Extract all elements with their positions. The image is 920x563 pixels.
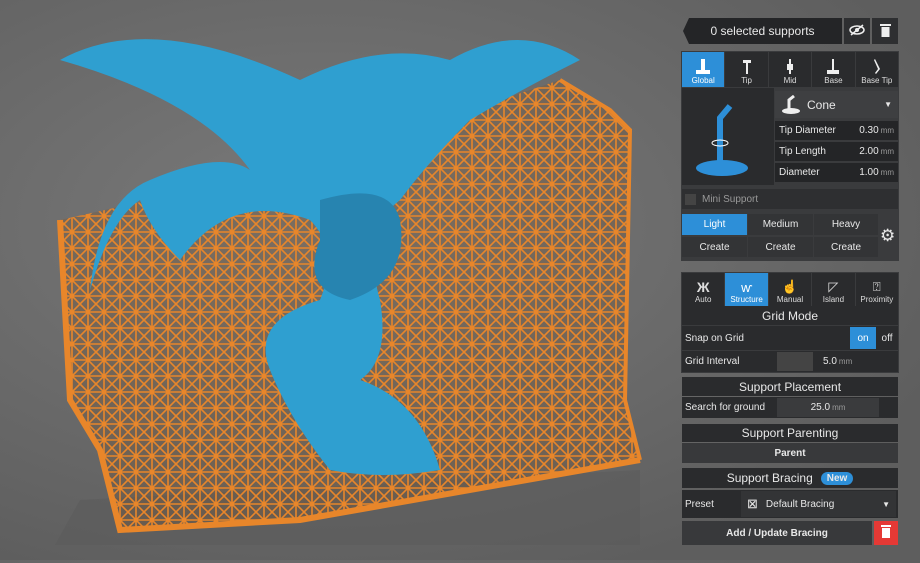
selected-supports-count: 0 selected supports	[683, 18, 842, 44]
support-mid-icon	[787, 59, 794, 74]
support-bracing-title: Support Bracing New	[682, 468, 898, 488]
parent-button[interactable]: Parent	[682, 443, 898, 463]
support-base-tip-icon	[873, 59, 880, 74]
support-mode-tabs: Ж Auto ⱳ Structure ☝ Manual ◸ Island ⍰ Proxim…	[682, 273, 899, 306]
model-scene	[55, 39, 642, 545]
tab-base[interactable]: Base	[812, 52, 855, 87]
bracing-icon: ⊠	[747, 496, 758, 511]
eye-off-icon	[849, 23, 865, 39]
snap-on-button[interactable]: on	[850, 327, 876, 349]
bracing-preset-row: Preset ⊠ Default Bracing ▼	[682, 490, 898, 518]
tab-mid[interactable]: Mid	[768, 52, 812, 87]
tip-diameter-field[interactable]: Tip Diameter 0.30 mm	[775, 121, 898, 140]
toggle-visibility-button[interactable]	[844, 18, 870, 44]
grid-interval-row: Grid Interval 5.0 mm	[682, 351, 898, 372]
diameter-field[interactable]: Diameter 1.00 mm	[775, 163, 898, 182]
support-placement-title: Support Placement	[682, 377, 898, 396]
tab-manual[interactable]: ☝ Manual	[768, 273, 812, 306]
gear-icon[interactable]: ⚙	[880, 226, 895, 246]
proximity-icon: ⍰	[872, 279, 881, 294]
create-light-button[interactable]: Create	[682, 237, 747, 257]
tab-structure[interactable]: ⱳ Structure	[725, 273, 768, 306]
search-for-ground-input[interactable]: 25.0 mm	[777, 398, 879, 417]
3d-viewport[interactable]	[0, 0, 670, 560]
preset-heavy-button[interactable]: Heavy	[814, 214, 878, 235]
trash-icon	[881, 525, 891, 541]
manual-icon: ☝	[781, 279, 799, 294]
island-icon: ◸	[828, 279, 839, 294]
mini-support-checkbox[interactable]	[685, 193, 696, 205]
grid-mode-title: Grid Mode	[682, 306, 898, 325]
bracing-preset-dropdown[interactable]: ⊠ Default Bracing ▼	[741, 491, 896, 517]
create-heavy-button[interactable]: Create	[814, 237, 878, 257]
support-parenting-title: Support Parenting	[682, 424, 898, 442]
tab-base-tip[interactable]: Base Tip	[855, 52, 899, 87]
support-part-tabs: Global Tip Mid Base Base Tip	[682, 52, 899, 87]
chevron-down-icon: ▼	[882, 499, 890, 509]
support-type-dropdown[interactable]: Cone ▼	[775, 91, 898, 118]
create-medium-button[interactable]: Create	[748, 237, 813, 257]
snap-off-button[interactable]: off	[876, 327, 898, 349]
snap-on-grid-row: Snap on Grid on off	[682, 326, 898, 350]
selection-header: 0 selected supports	[683, 18, 898, 44]
delete-bracing-button[interactable]	[874, 521, 898, 545]
tip-length-field[interactable]: Tip Length 2.00 mm	[775, 142, 898, 161]
tab-island[interactable]: ◸ Island	[812, 273, 855, 306]
chevron-down-icon: ▼	[884, 100, 892, 109]
cone-support-icon	[782, 94, 800, 114]
trash-icon	[879, 23, 891, 40]
grid-interval-slider[interactable]	[777, 352, 813, 371]
auto-icon: Ж	[696, 279, 710, 295]
add-update-bracing-button[interactable]: Add / Update Bracing	[682, 521, 872, 545]
search-for-ground-row: Search for ground 25.0 mm	[682, 397, 898, 418]
support-base-icon	[827, 59, 840, 74]
grid-interval-value[interactable]: 5.0	[823, 356, 837, 367]
support-tip-icon	[742, 60, 751, 74]
delete-supports-button[interactable]	[872, 18, 898, 44]
support-preview	[682, 88, 774, 185]
tab-global[interactable]: Global	[682, 52, 725, 87]
tab-auto[interactable]: Ж Auto	[682, 273, 725, 306]
structure-icon: ⱳ	[741, 280, 753, 295]
new-badge: New	[820, 471, 854, 485]
mini-support-row: Mini Support	[682, 189, 898, 209]
tab-proximity[interactable]: ⍰ Proximity	[855, 273, 899, 306]
support-diagram-icon	[696, 104, 748, 176]
preset-light-button[interactable]: Light	[682, 214, 747, 235]
preset-medium-button[interactable]: Medium	[748, 214, 813, 235]
tab-tip[interactable]: Tip	[725, 52, 768, 87]
support-global-icon	[696, 59, 711, 74]
